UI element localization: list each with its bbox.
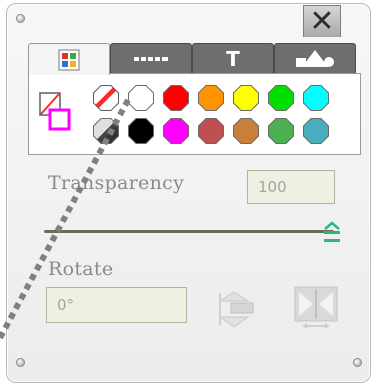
flip-horizontal-button[interactable] — [292, 284, 340, 332]
swatch-no-color[interactable] — [93, 85, 119, 111]
panel-screw-bottom-left — [16, 358, 25, 367]
transparency-slider-track[interactable] — [44, 230, 334, 233]
close-button[interactable]: ✕ — [303, 5, 341, 37]
rotate-input[interactable]: 0° — [46, 287, 187, 323]
dashed-line-icon — [134, 57, 168, 61]
rotate-label: Rotate — [48, 258, 114, 280]
color-swatch[interactable] — [233, 118, 259, 144]
transparency-slider-thumb[interactable] — [323, 220, 341, 244]
panel-screw-top-left — [16, 14, 25, 23]
shapes-icon — [296, 50, 334, 67]
color-swatch[interactable] — [128, 118, 154, 144]
color-swatch[interactable] — [128, 85, 154, 111]
tab-colors[interactable] — [28, 43, 110, 75]
flip-vertical-icon — [218, 291, 254, 328]
flip-vertical-button[interactable] — [211, 285, 259, 333]
color-swatch[interactable] — [268, 85, 294, 111]
color-swatch[interactable] — [303, 118, 329, 144]
color-swatch[interactable] — [163, 85, 189, 111]
tab-text[interactable]: T — [192, 43, 274, 74]
text-tool-label: T — [226, 47, 240, 71]
panel-screw-bottom-right — [353, 358, 362, 367]
color-swatch[interactable] — [198, 118, 224, 144]
color-swatch[interactable] — [163, 118, 189, 144]
tab-shapes[interactable] — [274, 43, 356, 74]
color-swatch[interactable] — [198, 85, 224, 111]
transparency-label: Transparency — [48, 172, 185, 194]
tab-line-style[interactable] — [110, 43, 192, 74]
flip-horizontal-icon — [294, 286, 338, 329]
close-icon: ✕ — [309, 3, 335, 39]
color-swatch[interactable] — [268, 118, 294, 144]
color-swatch[interactable] — [233, 85, 259, 111]
color-palette — [28, 73, 361, 155]
transparency-input[interactable]: 100 — [247, 170, 335, 204]
swatch-3d-style[interactable] — [93, 118, 119, 144]
color-swatch[interactable] — [303, 85, 329, 111]
color-grid-icon — [58, 49, 80, 70]
fill-stroke-picker[interactable] — [39, 92, 71, 132]
tool-tabs: T — [28, 43, 356, 75]
